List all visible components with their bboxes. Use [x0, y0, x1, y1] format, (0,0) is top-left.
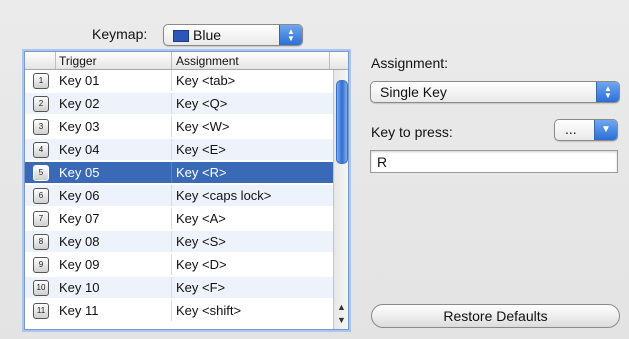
column-divider [171, 300, 172, 321]
column-header-assignment[interactable]: Assignment [176, 54, 239, 68]
assignment-cell: Key <shift> [176, 303, 242, 318]
table-row[interactable]: 4 Key 04 Key <E> [25, 139, 333, 160]
scroll-down-arrow-icon[interactable]: ▼ [337, 315, 346, 325]
table-row[interactable]: 9 Key 09 Key <D> [25, 254, 333, 275]
assignment-cell: Key <D> [176, 257, 227, 272]
trigger-cell: Key 03 [59, 119, 100, 134]
table-row[interactable]: 11 Key 11 Key <shift> [25, 300, 333, 321]
key-picker-popup[interactable]: ... ▼ [554, 119, 618, 141]
table-row[interactable]: 1 Key 01 Key <tab> [25, 70, 333, 91]
assignment-cell: Key <W> [176, 119, 230, 134]
key-icon: 11 [33, 303, 49, 319]
table-row[interactable]: 5 Key 05 Key <R> [25, 162, 333, 183]
trigger-cell: Key 07 [59, 211, 100, 226]
column-divider [171, 277, 172, 298]
key-icon: 2 [33, 96, 49, 112]
key-to-press-label: Key to press: [371, 124, 453, 140]
keymap-value: Blue [193, 27, 222, 43]
table-row[interactable]: 2 Key 02 Key <Q> [25, 93, 333, 114]
key-picker-value: ... [565, 121, 577, 137]
assignment-cell: Key <R> [176, 165, 227, 180]
column-divider [171, 254, 172, 275]
key-icon: 6 [33, 188, 49, 204]
column-divider [171, 185, 172, 206]
header-divider [171, 52, 172, 69]
assignment-cell: Key <caps lock> [176, 188, 272, 203]
table-row[interactable]: 8 Key 08 Key <S> [25, 231, 333, 252]
table-scrollbar[interactable]: ▲ ▼ [333, 70, 348, 329]
assignment-label: Assignment: [371, 55, 449, 71]
scroll-up-arrow-icon[interactable]: ▲ [337, 302, 346, 312]
trigger-cell: Key 10 [59, 280, 100, 295]
keymap-settings-panel: Keymap: Blue ▲ ▼ Trigger Assignment 1 Key … [0, 0, 629, 339]
key-icon: 3 [33, 119, 49, 135]
assignment-popup[interactable]: Single Key ▲ ▼ [370, 81, 620, 103]
trigger-cell: Key 11 [59, 303, 99, 318]
keymap-color-swatch [173, 30, 189, 42]
column-divider [171, 93, 172, 114]
key-icon: 4 [33, 142, 49, 158]
column-divider [171, 162, 172, 183]
assignment-value: Single Key [380, 84, 447, 100]
trigger-cell: Key 05 [59, 165, 100, 180]
trigger-cell: Key 08 [59, 234, 100, 249]
table-row[interactable]: 10 Key 10 Key <F> [25, 277, 333, 298]
scrollbar-thumb[interactable] [336, 80, 348, 164]
key-icon: 5 [33, 165, 49, 181]
column-divider [171, 208, 172, 229]
key-assignment-table[interactable]: Trigger Assignment 1 Key 01 Key <tab> 2 Key … [24, 51, 349, 330]
key-icon: 7 [33, 211, 49, 227]
key-icon: 9 [33, 257, 49, 273]
trigger-cell: Key 06 [59, 188, 100, 203]
assignment-cell: Key <Q> [176, 96, 228, 111]
assignment-cell: Key <E> [176, 142, 226, 157]
assignment-cell: Key <F> [176, 280, 226, 295]
table-row[interactable]: 7 Key 07 Key <A> [25, 208, 333, 229]
keymap-popup[interactable]: Blue ▲ ▼ [163, 24, 303, 46]
key-icon: 10 [33, 280, 49, 296]
column-divider [171, 139, 172, 160]
column-divider [171, 116, 172, 137]
trigger-cell: Key 01 [59, 73, 100, 88]
header-divider [329, 52, 330, 69]
table-row[interactable]: 6 Key 06 Key <caps lock> [25, 185, 333, 206]
assignment-cell: Key <S> [176, 234, 226, 249]
table-row[interactable]: 3 Key 03 Key <W> [25, 116, 333, 137]
table-header: Trigger Assignment [25, 52, 348, 70]
key-to-press-field[interactable]: R [370, 150, 618, 173]
assignment-cell: Key <tab> [176, 73, 236, 88]
popup-arrows-icon: ▲ ▼ [279, 25, 302, 45]
trigger-cell: Key 02 [59, 96, 100, 111]
key-icon: 1 [33, 73, 49, 89]
column-divider [171, 231, 172, 252]
header-divider [55, 52, 56, 69]
keymap-label: Keymap: [92, 26, 148, 42]
key-to-press-value: R [377, 154, 388, 170]
restore-defaults-button[interactable]: Restore Defaults [371, 304, 620, 328]
trigger-cell: Key 09 [59, 257, 100, 272]
key-icon: 8 [33, 234, 49, 250]
assignment-cell: Key <A> [176, 211, 226, 226]
popup-arrows-icon: ▲ ▼ [596, 82, 619, 102]
trigger-cell: Key 04 [59, 142, 100, 157]
column-divider [171, 70, 172, 91]
column-header-trigger[interactable]: Trigger [59, 54, 97, 68]
chevron-down-icon: ▼ [594, 120, 617, 140]
